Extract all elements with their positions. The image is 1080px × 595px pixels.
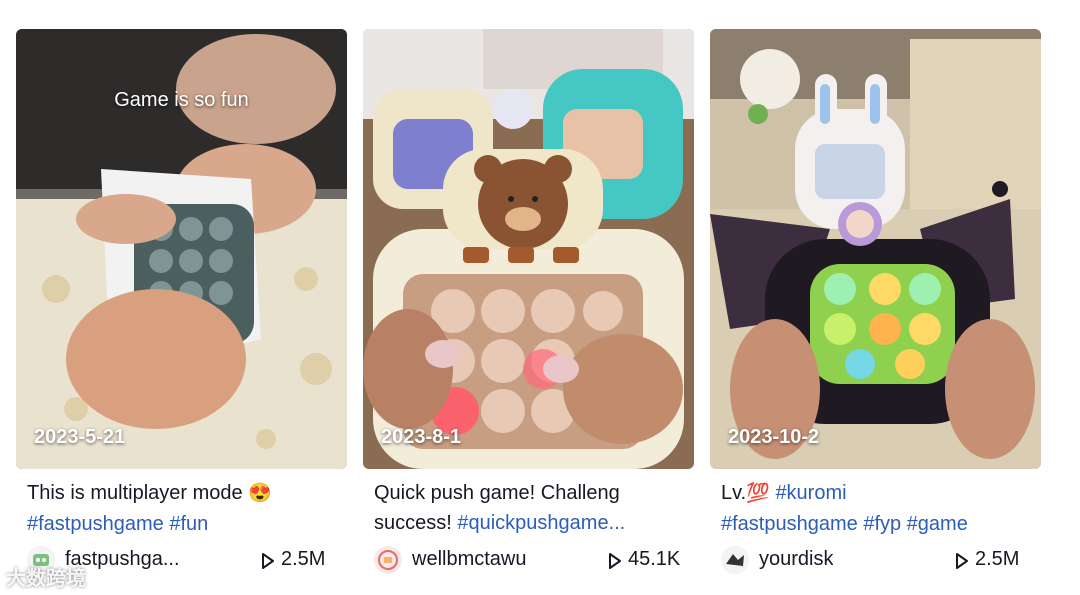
video-thumbnail[interactable]: 2023-8-1	[363, 29, 694, 469]
view-count: 45.1K	[628, 548, 681, 570]
post-date: 2023-5-21	[34, 426, 126, 448]
overlay-text: Game is so fun	[114, 89, 249, 111]
play-icon	[609, 553, 621, 569]
emoji-hundred: 💯	[746, 483, 770, 504]
video-thumbnail[interactable]: 2023-10-2	[710, 29, 1041, 469]
video-card[interactable]: Game is so fun 2023-5-21 This is multipl…	[16, 0, 347, 595]
author-name[interactable]: wellbmctawu	[412, 548, 526, 571]
view-count: 2.5M	[281, 548, 326, 570]
avatar-icon[interactable]	[374, 546, 402, 574]
caption-hashtags[interactable]: #fastpushgame #fyp #game	[721, 513, 968, 535]
creator-row[interactable]: wellbmctawu 45.1K	[374, 544, 684, 576]
video-thumbnail[interactable]: Game is so fun 2023-5-21	[16, 29, 347, 469]
caption-text: Lv.	[721, 482, 747, 504]
video-caption[interactable]: This is multiplayer mode 😍 #fastpushgame…	[27, 478, 337, 538]
avatar-icon[interactable]	[721, 546, 749, 574]
video-card[interactable]: 2023-8-1 Quick push game! Challeng succe…	[363, 0, 694, 595]
creator-row[interactable]: yourdisk 2.5M	[721, 544, 1031, 576]
video-card[interactable]: 2023-10-2 Lv.💯 #kuromi #fastpushgame #fy…	[710, 0, 1041, 595]
thumbnail-image	[710, 29, 1041, 469]
emoji-heart-eyes: 😍	[248, 483, 272, 504]
video-caption[interactable]: Quick push game! Challeng success! #quic…	[374, 478, 684, 538]
post-date: 2023-8-1	[381, 426, 462, 448]
post-date: 2023-10-2	[728, 426, 820, 448]
view-count: 2.5M	[975, 548, 1020, 570]
play-icon	[956, 553, 968, 569]
video-caption[interactable]: Lv.💯 #kuromi #fastpushgame #fyp #game	[721, 478, 1031, 538]
caption-hashtags[interactable]: #fastpushgame #fun	[27, 513, 208, 535]
thumbnail-image	[363, 29, 694, 469]
author-name[interactable]: yourdisk	[759, 548, 833, 571]
caption-text: Quick push game! Challeng	[374, 482, 620, 504]
caption-text: This is multiplayer mode	[27, 482, 249, 504]
caption-hashtags[interactable]: #quickpushgame...	[457, 512, 625, 534]
watermark: 大数跨境	[6, 568, 86, 590]
caption-text-2: success!	[374, 512, 458, 534]
caption-hashtag-kuromi[interactable]: #kuromi	[775, 482, 846, 504]
play-icon	[262, 553, 274, 569]
